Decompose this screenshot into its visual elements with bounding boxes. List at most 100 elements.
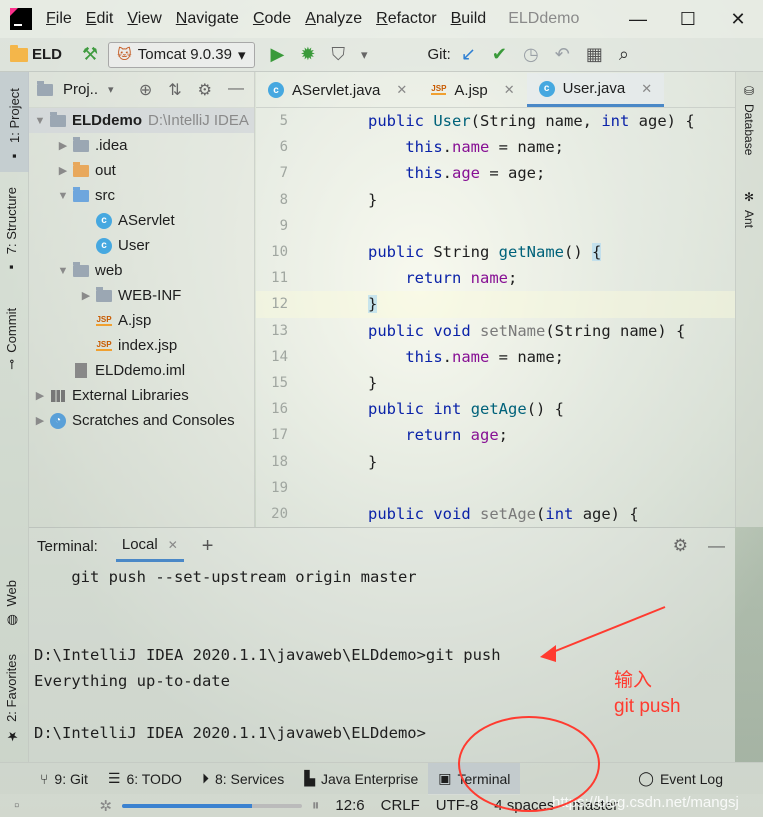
editor-tab[interactable]: c AServlet.java ✕ xyxy=(256,73,419,107)
line-number[interactable]: 18 xyxy=(256,454,292,470)
chevron-down-icon[interactable]: ▾ xyxy=(108,83,114,96)
tool-tab-terminal[interactable]: ▣ Terminal xyxy=(428,762,521,795)
minimize-icon[interactable]: — xyxy=(613,9,663,30)
close-icon[interactable]: ✕ xyxy=(504,82,515,98)
line-number[interactable]: 17 xyxy=(256,427,292,443)
line-number[interactable]: 20 xyxy=(256,506,292,522)
new-terminal-plus-icon[interactable]: + xyxy=(202,535,214,558)
menu-code[interactable]: Code xyxy=(253,10,291,28)
file-encoding[interactable]: UTF-8 xyxy=(436,797,479,814)
tool-tab-database[interactable]: ⛁ Database xyxy=(742,84,756,155)
code-line[interactable]: 11 return name; xyxy=(256,265,735,291)
line-number[interactable]: 11 xyxy=(256,270,292,286)
code-area[interactable]: 5 public User(String name, int age) {6 th… xyxy=(256,108,735,527)
tool-tab-todo[interactable]: ☰ 6: TODO xyxy=(98,763,192,795)
tree-expand-arrow-icon[interactable]: ▶ xyxy=(33,389,47,402)
debug-bug-icon[interactable]: ✹ xyxy=(300,44,315,65)
tool-tab-services[interactable]: ⏵ 8: Services xyxy=(192,763,294,795)
line-number[interactable]: 6 xyxy=(256,139,292,155)
project-tree-item[interactable]: c AServlet xyxy=(29,208,254,233)
project-tree-item[interactable]: ▶ ◔ Scratches and Consoles xyxy=(29,408,254,433)
code-line[interactable]: 9 xyxy=(256,213,735,239)
menu-file[interactable]: File xyxy=(46,10,72,28)
background-task-progress[interactable] xyxy=(121,803,302,808)
git-update-arrow-icon[interactable]: ↙ xyxy=(461,44,476,65)
project-tree-item[interactable]: JSP A.jsp xyxy=(29,308,254,333)
git-history-clock-icon[interactable]: ◷ xyxy=(523,44,539,65)
project-view-select[interactable]: Proj.. xyxy=(63,81,98,98)
hide-panel-icon[interactable]: — xyxy=(228,80,244,100)
more-actions-chevron-icon[interactable]: ▾ xyxy=(361,47,368,63)
tree-expand-arrow-icon[interactable]: ▼ xyxy=(56,190,70,202)
project-tree-item[interactable]: ▶ out xyxy=(29,158,254,183)
project-tree-item[interactable]: ▼ ELDdemo D:\IntelliJ IDEA xyxy=(29,108,254,133)
line-number[interactable]: 9 xyxy=(256,218,292,234)
close-icon[interactable]: ✕ xyxy=(641,81,652,97)
project-tree-item[interactable]: c User xyxy=(29,233,254,258)
status-toggle-icon[interactable]: ▫ xyxy=(14,797,19,814)
code-line[interactable]: 6 this.name = name; xyxy=(256,134,735,160)
run-icon[interactable]: ▶ xyxy=(271,44,285,65)
hide-panel-icon[interactable]: — xyxy=(708,536,725,556)
code-line[interactable]: 7 this.age = age; xyxy=(256,160,735,186)
code-line[interactable]: 14 this.name = name; xyxy=(256,344,735,370)
menu-refactor[interactable]: Refactor xyxy=(376,10,436,28)
indent-setting[interactable]: 4 spaces xyxy=(494,797,554,814)
line-number[interactable]: 5 xyxy=(256,113,292,129)
line-ending[interactable]: CRLF xyxy=(381,797,420,814)
project-tree-item[interactable]: ▼ web xyxy=(29,258,254,283)
editor-tab[interactable]: c User.java ✕ xyxy=(526,73,665,107)
tree-expand-arrow-icon[interactable]: ▼ xyxy=(56,265,70,277)
locate-target-icon[interactable]: ⊕ xyxy=(139,80,152,100)
tool-tab-commit[interactable]: ⊸ Commit xyxy=(4,308,19,370)
tool-tab-git[interactable]: ⑂ 9: Git xyxy=(30,763,98,795)
project-tree-item[interactable]: ▶ External Libraries xyxy=(29,383,254,408)
code-line[interactable]: 8} xyxy=(256,187,735,213)
line-number[interactable]: 12 xyxy=(256,296,292,312)
tool-tab-event-log[interactable]: ◯ Event Log xyxy=(628,763,733,795)
tree-expand-arrow-icon[interactable]: ▼ xyxy=(33,115,47,127)
code-line[interactable]: 5 public User(String name, int age) { xyxy=(256,108,735,134)
line-number[interactable]: 19 xyxy=(256,480,292,496)
pause-icon[interactable]: ⏸ xyxy=(312,797,320,814)
run-coverage-icon[interactable]: ⛉ xyxy=(331,44,345,65)
navbar-project[interactable]: ELD xyxy=(10,44,62,63)
menu-navigate[interactable]: Navigate xyxy=(176,10,239,28)
maximize-icon[interactable]: ☐ xyxy=(663,9,713,30)
line-number[interactable]: 8 xyxy=(256,192,292,208)
project-tree-item[interactable]: JSP index.jsp xyxy=(29,333,254,358)
line-number[interactable]: 10 xyxy=(256,244,292,260)
project-structure-icon[interactable]: ▦ xyxy=(586,44,603,65)
tree-expand-arrow-icon[interactable]: ▶ xyxy=(56,164,70,177)
menu-build[interactable]: Build xyxy=(451,10,487,28)
menu-edit[interactable]: Edit xyxy=(86,10,114,28)
project-tree-item[interactable]: ▶ .idea xyxy=(29,133,254,158)
project-tree-item[interactable]: ELDdemo.iml xyxy=(29,358,254,383)
code-line[interactable]: 13 public void setName(String name) { xyxy=(256,318,735,344)
project-tree-item[interactable]: ▶ WEB-INF xyxy=(29,283,254,308)
menu-analyze[interactable]: Analyze xyxy=(305,10,362,28)
code-line[interactable]: 12} xyxy=(256,291,735,318)
project-tree-item[interactable]: ▼ src xyxy=(29,183,254,208)
code-line[interactable]: 10 public String getName() { xyxy=(256,239,735,265)
tool-tab-favorites[interactable]: ★ 2: Favorites xyxy=(4,654,19,743)
code-line[interactable]: 16 public int getAge() { xyxy=(256,396,735,422)
line-number[interactable]: 14 xyxy=(256,349,292,365)
close-icon[interactable]: ✕ xyxy=(396,82,407,98)
git-rollback-icon[interactable]: ↶ xyxy=(555,44,570,65)
editor-tab[interactable]: JSP A.jsp ✕ xyxy=(419,73,526,107)
build-hammer-icon[interactable]: ⚒ xyxy=(82,44,98,65)
tool-tab-structure[interactable]: ▪ 7: Structure xyxy=(4,187,19,275)
line-number[interactable]: 16 xyxy=(256,401,292,417)
collapse-all-icon[interactable]: ⇅ xyxy=(168,80,181,100)
menu-view[interactable]: View xyxy=(127,10,161,28)
tool-tab-java-enterprise[interactable]: ▙ Java Enterprise xyxy=(294,763,428,795)
gear-icon[interactable]: ⚙ xyxy=(673,536,688,556)
tree-expand-arrow-icon[interactable]: ▶ xyxy=(33,414,47,427)
gear-icon[interactable]: ⚙ xyxy=(198,80,212,100)
code-line[interactable]: 19 xyxy=(256,475,735,501)
tree-expand-arrow-icon[interactable]: ▶ xyxy=(56,139,70,152)
git-commit-check-icon[interactable]: ✔ xyxy=(492,44,507,65)
line-number[interactable]: 15 xyxy=(256,375,292,391)
line-number[interactable]: 7 xyxy=(256,165,292,181)
